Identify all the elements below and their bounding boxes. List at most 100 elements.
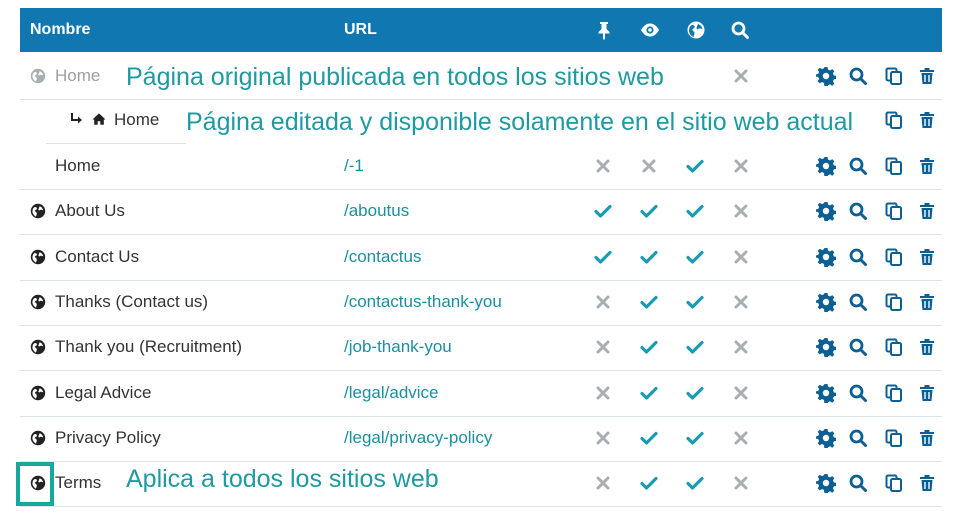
page-url[interactable]: /legal/privacy-policy bbox=[344, 428, 492, 448]
x-icon bbox=[594, 338, 612, 356]
column-header-url[interactable]: URL bbox=[344, 21, 377, 39]
copy-icon[interactable] bbox=[884, 428, 904, 448]
gear-icon[interactable] bbox=[816, 337, 836, 358]
check-icon bbox=[686, 293, 704, 311]
trash-icon[interactable] bbox=[917, 247, 937, 267]
page-url[interactable]: /-1 bbox=[344, 156, 364, 176]
eye-icon bbox=[640, 20, 660, 40]
page-name[interactable]: Home bbox=[55, 66, 100, 86]
copy-icon[interactable] bbox=[884, 383, 904, 403]
page-name[interactable]: Home bbox=[55, 156, 100, 176]
check-icon bbox=[686, 474, 704, 492]
search-icon[interactable] bbox=[848, 428, 868, 448]
gear-icon[interactable] bbox=[816, 247, 836, 267]
page-name[interactable]: Home bbox=[114, 110, 159, 130]
check-icon bbox=[686, 157, 704, 175]
x-icon bbox=[594, 157, 612, 175]
x-icon bbox=[732, 248, 750, 266]
x-icon bbox=[594, 293, 612, 311]
check-icon bbox=[640, 202, 658, 220]
globe-icon bbox=[686, 20, 706, 40]
table-header: Nombre URL bbox=[20, 8, 942, 52]
page-name[interactable]: Thank you (Recruitment) bbox=[55, 337, 242, 357]
table-row[interactable]: Legal Advice/legal/advice bbox=[20, 371, 942, 417]
level-down-arrow-icon bbox=[70, 112, 84, 126]
gear-icon[interactable] bbox=[816, 201, 836, 222]
copy-icon[interactable] bbox=[884, 337, 904, 357]
check-icon bbox=[640, 474, 658, 492]
trash-icon[interactable] bbox=[917, 292, 937, 312]
x-icon bbox=[594, 474, 612, 492]
trash-icon[interactable] bbox=[917, 428, 937, 448]
search-icon[interactable] bbox=[848, 247, 868, 267]
page-name[interactable]: Terms bbox=[55, 473, 101, 493]
page-name[interactable]: Privacy Policy bbox=[55, 428, 161, 448]
gear-icon[interactable] bbox=[816, 292, 836, 312]
globe-icon bbox=[30, 339, 46, 355]
search-icon[interactable] bbox=[848, 473, 868, 493]
check-icon bbox=[640, 429, 658, 447]
trash-icon[interactable] bbox=[917, 201, 937, 221]
check-icon bbox=[686, 248, 704, 266]
check-icon bbox=[594, 202, 612, 220]
copy-icon[interactable] bbox=[884, 247, 904, 267]
search-icon[interactable] bbox=[848, 156, 868, 176]
table-row[interactable]: About Us/aboutus bbox=[20, 189, 942, 236]
table-row[interactable]: Contact Us/contactus bbox=[20, 235, 942, 281]
search-icon[interactable] bbox=[848, 383, 868, 403]
search-icon[interactable] bbox=[848, 337, 868, 357]
search-icon[interactable] bbox=[848, 66, 868, 86]
table-row[interactable]: Privacy Policy/legal/privacy-policy bbox=[20, 416, 942, 462]
page-name[interactable]: Legal Advice bbox=[55, 383, 151, 403]
gear-icon[interactable] bbox=[816, 66, 836, 86]
column-header-name[interactable]: Nombre bbox=[30, 21, 90, 39]
home-icon bbox=[92, 112, 108, 126]
trash-icon[interactable] bbox=[917, 66, 937, 86]
trash-icon[interactable] bbox=[917, 110, 937, 130]
x-icon bbox=[732, 384, 750, 402]
annotation-all-sites: Aplica a todos los sitios web bbox=[124, 465, 441, 494]
page-url[interactable]: /legal/advice bbox=[344, 383, 439, 403]
gear-icon[interactable] bbox=[816, 383, 836, 403]
table-row[interactable]: Home /-1 bbox=[20, 144, 942, 190]
copy-icon[interactable] bbox=[884, 156, 904, 176]
trash-icon[interactable] bbox=[917, 473, 937, 493]
highlight-box bbox=[16, 462, 54, 506]
gear-icon[interactable] bbox=[816, 473, 836, 494]
copy-icon[interactable] bbox=[884, 292, 904, 312]
x-icon bbox=[594, 429, 612, 447]
copy-icon[interactable] bbox=[884, 473, 904, 493]
page-name[interactable]: Thanks (Contact us) bbox=[55, 292, 208, 312]
table-row-edited-subpage[interactable]: Home bbox=[46, 98, 186, 144]
table-row[interactable]: Thank you (Recruitment) /job-thank-you bbox=[20, 325, 942, 372]
search-icon bbox=[730, 20, 750, 40]
x-icon bbox=[732, 293, 750, 311]
page-url[interactable]: /aboutus bbox=[344, 201, 409, 221]
gear-icon[interactable] bbox=[816, 428, 836, 448]
copy-icon[interactable] bbox=[884, 201, 904, 221]
search-icon[interactable] bbox=[848, 201, 868, 221]
globe-icon bbox=[30, 385, 46, 401]
x-icon bbox=[594, 384, 612, 402]
page-url[interactable]: /contactus bbox=[344, 247, 422, 267]
x-icon bbox=[732, 67, 750, 85]
trash-icon[interactable] bbox=[917, 156, 937, 176]
copy-icon[interactable] bbox=[884, 110, 904, 130]
copy-icon[interactable] bbox=[884, 66, 904, 86]
check-icon bbox=[594, 248, 612, 266]
page-name[interactable]: Contact Us bbox=[55, 247, 139, 267]
page-url[interactable]: /contactus-thank-you bbox=[344, 292, 502, 312]
globe-icon bbox=[30, 249, 46, 265]
check-icon bbox=[686, 429, 704, 447]
page-name[interactable]: About Us bbox=[55, 201, 125, 221]
check-icon bbox=[640, 248, 658, 266]
trash-icon[interactable] bbox=[917, 383, 937, 403]
table-row[interactable]: Thanks (Contact us) /contactus-thank-you bbox=[20, 280, 942, 326]
page-url[interactable]: /job-thank-you bbox=[344, 337, 452, 357]
annotation-edited: Página editada y disponible solamente en… bbox=[184, 108, 856, 137]
trash-icon[interactable] bbox=[917, 337, 937, 357]
gear-icon[interactable] bbox=[816, 156, 836, 176]
x-icon bbox=[732, 157, 750, 175]
search-icon[interactable] bbox=[848, 292, 868, 312]
check-icon bbox=[640, 384, 658, 402]
